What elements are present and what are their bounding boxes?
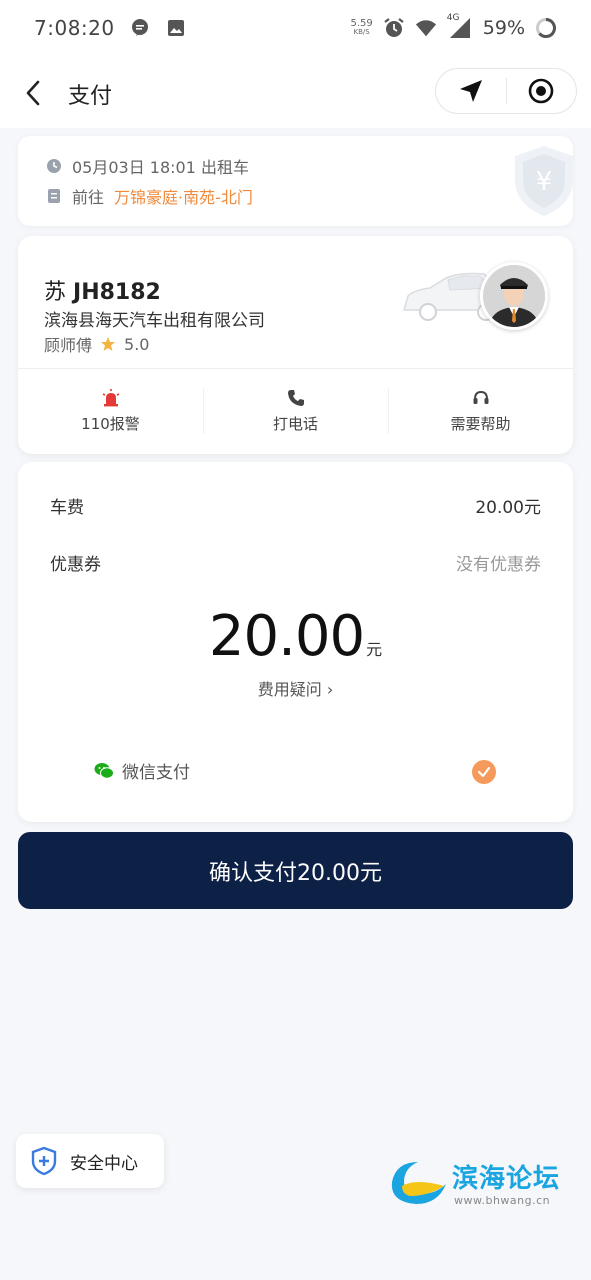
cellular-signal-icon: 4G [447,13,473,39]
page-title: 支付 [68,84,113,109]
header-actions [435,68,577,114]
license-plate: 苏 JH8182 [44,280,161,305]
trip-datetime-type: 05月03日 18:01 出租车 [72,158,250,177]
star-icon [101,337,116,351]
driver-avatar[interactable] [480,262,548,330]
clock-icon [47,159,61,173]
headset-icon [473,390,488,404]
checkmark-icon [477,766,491,778]
svg-text:¥: ¥ [536,167,553,197]
help-label: 需要帮助 [450,414,511,433]
fare-label: 车费 [50,498,84,518]
payment-selected-check[interactable] [472,760,496,784]
driver-name: 顾师傅 [44,336,93,355]
driver-actions: 110报警 打电话 需要帮助 [18,378,573,444]
forum-logo-icon [391,1162,446,1204]
navigation-button[interactable] [436,69,506,113]
trip-datetime-row: 05月03日 18:01 出租车 [46,154,249,178]
driver-rating: 5.0 [124,334,150,354]
trip-destination-row: 前往 万锦豪庭·南苑-北门 [46,184,253,208]
fee-card: 车费 20.00元 优惠券 没有优惠券 20.00 元 费用疑问 › 微信支付 [18,462,573,822]
phone-icon [287,389,304,406]
status-time: 7:08:20 [34,16,115,40]
need-help-button[interactable]: 需要帮助 [388,378,573,444]
alarm-clock-icon [383,17,405,39]
header: 支付 [0,56,591,128]
total-amount-value: 20.00 [208,604,365,669]
fare-value: 20.00元 [475,498,541,518]
battery-percent: 59% [482,17,525,39]
message-icon [129,17,151,39]
safety-center-button[interactable]: 安全中心 [16,1134,164,1188]
chevron-left-icon [26,80,40,106]
yuan-shield-icon: ¥ [515,146,573,216]
location-target-button[interactable] [507,69,577,113]
police-alarm-button[interactable]: 110报警 [18,378,203,444]
network-speed: 5.59 KB/S [350,18,373,37]
alarm-icon [102,388,119,406]
image-icon [165,17,187,39]
wifi-icon [415,17,437,39]
coupon-value[interactable]: 没有优惠券 [456,550,541,575]
total-amount-unit: 元 [366,640,383,659]
fee-question-link[interactable]: 费用疑问 › [18,676,573,700]
alarm-label: 110报警 [81,414,140,433]
payment-method-wechat[interactable]: 微信支付 [94,758,190,783]
target-icon [528,78,554,104]
trip-info-card: 05月03日 18:01 出租车 前往 万锦豪庭·南苑-北门 ¥ [18,136,573,226]
wechat-icon [94,762,114,779]
battery-icon [535,17,557,39]
watermark-url: www.bhwang.cn [454,1194,551,1207]
status-bar: 7:08:20 5.59 KB/S 4G 59% [0,0,591,56]
confirm-payment-button[interactable]: 确认支付20.00元 [18,832,573,909]
divider [18,368,573,369]
navigation-arrow-icon [459,80,482,102]
taxi-company: 滨海县海天汽车出租有限公司 [44,311,265,331]
coupon-label: 优惠券 [50,555,101,575]
safety-center-label: 安全中心 [70,1153,138,1174]
document-icon [48,189,60,203]
call-label: 打电话 [272,414,318,433]
shield-plus-icon [31,1146,57,1176]
watermark-name: 滨海论坛 [452,1164,561,1194]
destination-name: 万锦豪庭·南苑-北门 [114,188,253,207]
driver-name-rating: 顾师傅 5.0 [44,332,149,356]
total-amount: 20.00 元 [18,604,573,669]
destination-prefix: 前往 [72,188,105,207]
payment-method-label: 微信支付 [122,763,190,783]
back-button[interactable] [18,76,48,110]
call-driver-button[interactable]: 打电话 [203,378,388,444]
driver-card: 苏 JH8182 滨海县海天汽车出租有限公司 顾师傅 5.0 110报警 打电话… [18,236,573,454]
watermark-logo: 滨海论坛 www.bhwang.cn [388,1156,578,1212]
driver-avatar-icon [483,265,545,327]
